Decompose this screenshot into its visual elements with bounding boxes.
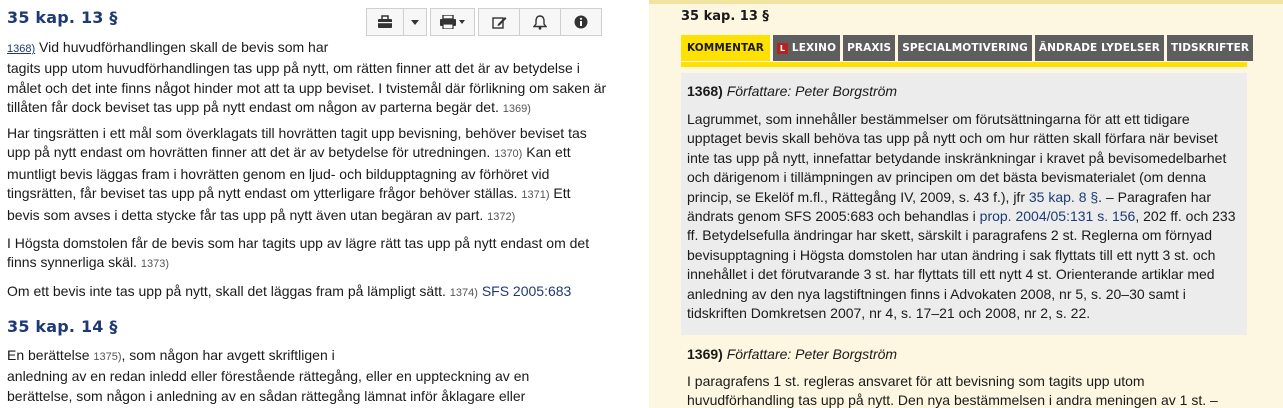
tab-andrade-lydelser[interactable]: ÄNDRADE LYDELSER <box>1034 35 1164 61</box>
tab-specialmotivering[interactable]: SPECIALMOTIVERING <box>898 35 1032 61</box>
tab-tidskrifter-label: TIDSKRIFTER <box>1170 42 1250 54</box>
info-button[interactable] <box>560 8 602 36</box>
edit-button[interactable] <box>478 8 520 36</box>
paragraph-5-text-b: , som någon har avgett skriftligen i <box>121 347 335 363</box>
bell-icon <box>533 14 547 30</box>
notify-button[interactable] <box>519 8 561 36</box>
tab-tidskrifter[interactable]: TIDSKRIFTER <box>1166 35 1254 61</box>
comment-1368-number: 1368) <box>687 83 723 99</box>
section-heading-13: 35 kap. 13 § <box>7 8 118 27</box>
commentary-pane: 35 kap. 13 § KOMMENTAR L LEXINO PRAXIS SP… <box>649 0 1283 408</box>
paragraph-5-line-2: anledning av en redan inledd eller föres… <box>7 368 530 385</box>
briefcase-dropdown[interactable] <box>403 8 427 36</box>
paragraph-2: Har tingsrätten i ett mål som överklagat… <box>7 124 607 227</box>
comment-1369-author: Författare: Peter Borgström <box>726 346 898 362</box>
commentary-section-title: 35 kap. 13 § <box>681 9 769 24</box>
tab-underline <box>681 62 1247 67</box>
comment-1368-text-c: , 202 ff. och 233 ff. Betydelsefulla änd… <box>687 208 1236 322</box>
section-heading-14: 35 kap. 14 § <box>7 317 118 336</box>
paragraph-3-text: I Högsta domstolen får de bevis som har … <box>7 235 590 271</box>
footnote-ref-1369[interactable]: 1369) <box>503 103 531 115</box>
caret-down-icon <box>411 19 419 25</box>
sfs-link[interactable]: SFS 2005:683 <box>482 283 572 299</box>
footnote-ref-1373[interactable]: 1373) <box>141 258 169 270</box>
statute-pane: 35 kap. 13 § 1368) Vid huvudförhandlinge… <box>0 0 622 408</box>
tab-andrade-lydelser-label: ÄNDRADE LYDELSER <box>1038 42 1160 54</box>
comment-1368-header: 1368) Författare: Peter Borgström <box>687 83 897 99</box>
comment-1368-author: Författare: Peter Borgström <box>726 83 898 99</box>
footnote-ref-1371[interactable]: 1371) <box>521 189 549 201</box>
document-toolbar <box>366 8 602 36</box>
link-35-kap-8[interactable]: 35 kap. 8 § <box>1029 189 1098 205</box>
comment-1369-number: 1369) <box>687 346 723 362</box>
paragraph-1-lead: Vid huvudförhandlingen skall de bevis so… <box>35 39 329 55</box>
paragraph-5-text-a: En berättelse <box>7 347 90 363</box>
paragraph-1: 1368) Vid huvudförhandlingen skall de be… <box>7 38 607 120</box>
comment-1369-text: I paragrafens 1 st. regleras ansvaret fö… <box>687 373 1218 408</box>
tab-lexino-label: LEXINO <box>791 42 837 54</box>
paragraph-4: Om ett bevis inte tas upp på nytt, skall… <box>7 282 607 303</box>
comment-1368-body: Lagrummet, som innehåller bestämmelser o… <box>687 110 1239 323</box>
print-icon <box>439 15 465 29</box>
briefcase-button[interactable] <box>366 8 404 36</box>
tab-praxis-label: PRAXIS <box>847 42 892 54</box>
link-prop-2004-05-131[interactable]: prop. 2004/05:131 s. 156 <box>980 208 1136 224</box>
footnote-ref-1374[interactable]: 1374) <box>450 287 478 299</box>
tab-lexino[interactable]: L LEXINO <box>772 35 841 61</box>
paragraph-3: I Högsta domstolen får de bevis som har … <box>7 234 607 275</box>
paragraph-4-text: Om ett bevis inte tas upp på nytt, skall… <box>7 283 446 299</box>
lexino-logo-icon: L <box>776 42 788 54</box>
info-icon <box>574 15 588 29</box>
tab-kommentar-label: KOMMENTAR <box>687 42 764 54</box>
paragraph-5-line-3: berättelse, som någon i anledning av en … <box>7 387 526 404</box>
footnote-link-1368[interactable]: 1368) <box>7 43 35 55</box>
print-button[interactable] <box>430 8 475 36</box>
footnote-ref-1375[interactable]: 1375) <box>93 351 121 363</box>
tab-praxis[interactable]: PRAXIS <box>843 35 896 61</box>
comment-1369-header: 1369) Författare: Peter Borgström <box>687 346 897 362</box>
comment-1369-body: I paragrafens 1 st. regleras ansvaret fö… <box>687 372 1239 408</box>
footnote-ref-1370[interactable]: 1370) <box>494 148 522 160</box>
tab-specialmotivering-label: SPECIALMOTIVERING <box>902 42 1028 54</box>
edit-icon <box>491 16 506 29</box>
commentary-tabs: KOMMENTAR L LEXINO PRAXIS SPECIALMOTIVERI… <box>681 35 1256 61</box>
briefcase-icon <box>378 15 392 28</box>
tab-kommentar[interactable]: KOMMENTAR <box>681 35 770 61</box>
top-strip <box>649 0 1283 4</box>
footnote-ref-1372[interactable]: 1372) <box>487 211 515 223</box>
paragraph-5: En berättelse 1375), som någon har avget… <box>7 346 607 406</box>
